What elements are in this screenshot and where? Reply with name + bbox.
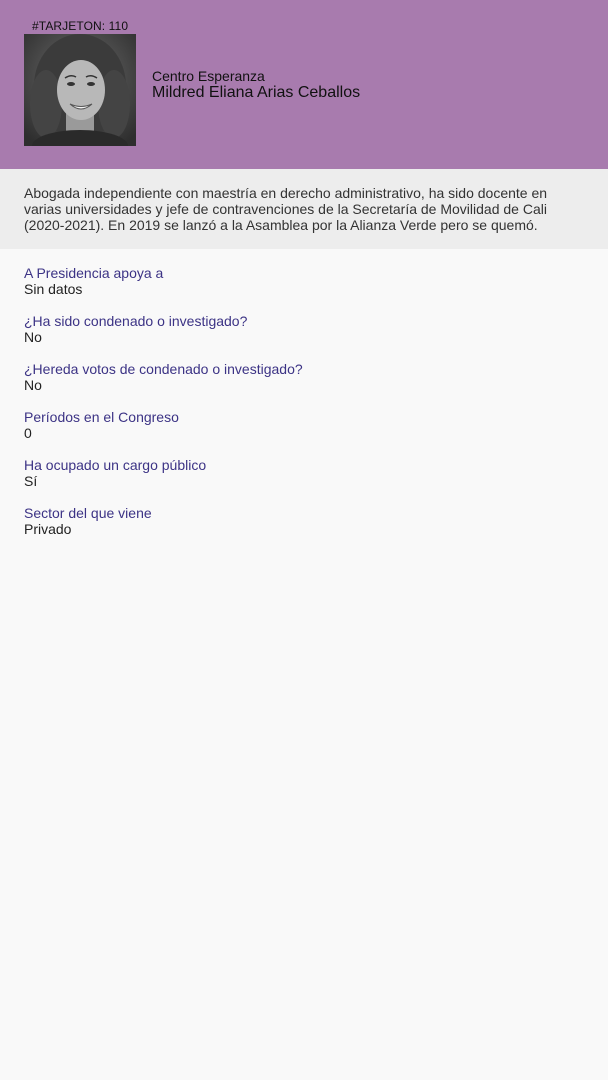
field-value: No xyxy=(24,329,42,345)
tarjeton-number: #TARJETON: 110 xyxy=(32,19,129,33)
party-name: Centro Esperanza xyxy=(152,68,265,84)
field-value: Privado xyxy=(24,521,72,537)
candidate-photo xyxy=(24,34,136,146)
field-hereda-votos: ¿Hereda votos de condenado o investigado… xyxy=(24,361,584,393)
field-label: Ha ocupado un cargo público xyxy=(24,457,207,473)
field-cargo-publico: Ha ocupado un cargo público Sí xyxy=(24,457,584,489)
field-label: Sector del que viene xyxy=(24,505,152,521)
field-value: 0 xyxy=(24,425,32,441)
candidate-fields: A Presidencia apoya a Sin datos ¿Ha sido… xyxy=(0,249,608,537)
field-periodos-congreso: Períodos en el Congreso 0 xyxy=(24,409,584,441)
field-value: No xyxy=(24,377,42,393)
candidate-name: Mildred Eliana Arias Ceballos xyxy=(152,84,361,101)
field-value: Sí xyxy=(24,473,38,489)
candidate-bio: Abogada independiente con maestría en de… xyxy=(0,169,608,249)
portrait-image xyxy=(24,34,136,146)
field-condenado: ¿Ha sido condenado o investigado? No xyxy=(24,313,584,345)
field-presidencia: A Presidencia apoya a Sin datos xyxy=(24,265,584,297)
field-label: ¿Hereda votos de condenado o investigado… xyxy=(24,361,303,377)
candidate-header: #TARJETON: 110 Centro Esperanza Mildred … xyxy=(0,0,608,169)
field-sector: Sector del que viene Privado xyxy=(24,505,584,537)
field-label: ¿Ha sido condenado o investigado? xyxy=(24,313,248,329)
candidate-names: Centro Esperanza Mildred Eliana Arias Ce… xyxy=(152,68,360,102)
field-label: Períodos en el Congreso xyxy=(24,409,179,425)
field-value: Sin datos xyxy=(24,281,83,297)
field-label: A Presidencia apoya a xyxy=(24,265,164,281)
